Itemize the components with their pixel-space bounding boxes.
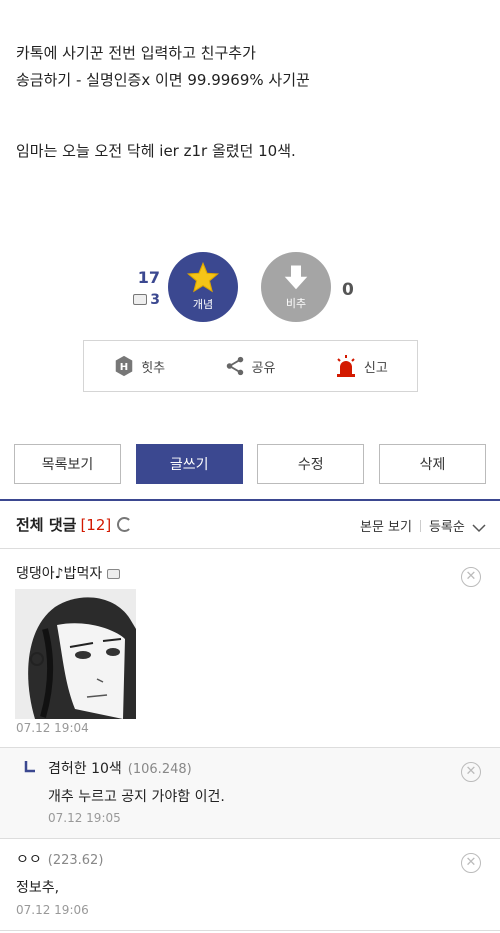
image-icon bbox=[107, 569, 121, 579]
comments-controls: 본문 보기 등록순 bbox=[360, 516, 486, 535]
delete-button[interactable]: 삭제 bbox=[378, 444, 486, 484]
share-icon bbox=[226, 356, 243, 376]
comment-nick[interactable]: ㅇㅇ bbox=[16, 852, 42, 868]
hit-icon: H bbox=[115, 355, 133, 377]
hit-label: 힛추 bbox=[141, 360, 166, 376]
comment-nick[interactable]: 겸허한 10색 bbox=[48, 761, 122, 777]
star-icon bbox=[186, 262, 220, 293]
svg-text:H: H bbox=[120, 362, 128, 373]
sort-label: 등록순 bbox=[428, 520, 465, 535]
delete-comment-icon[interactable]: ✕ bbox=[461, 567, 481, 587]
reply-arrow-icon bbox=[24, 761, 35, 773]
comment-icon bbox=[133, 294, 148, 305]
comment-date: 07.12 19:05 bbox=[48, 811, 121, 825]
comment-date: 07.12 19:04 bbox=[16, 721, 89, 735]
write-button[interactable]: 글쓰기 bbox=[135, 444, 243, 484]
delete-comment-icon[interactable]: ✕ bbox=[461, 853, 481, 873]
report-button[interactable]: 신고 bbox=[334, 354, 388, 378]
action-box: H 힛추 공유 신고 bbox=[83, 340, 418, 392]
comments-title-label: 전체 댓글 bbox=[16, 516, 77, 534]
downvote-button[interactable]: 비추 bbox=[261, 252, 331, 322]
comment-author: ㅇㅇ (223.62) bbox=[16, 849, 103, 869]
view-body-link[interactable]: 본문 보기 bbox=[360, 516, 412, 535]
comment-ip: (106.248) bbox=[127, 762, 192, 777]
post-line: 송금하기 - 실명인증x 이면 99.9969% 사기꾼 bbox=[16, 71, 310, 89]
comment-ip: (223.62) bbox=[47, 853, 104, 868]
hit-recommend-button[interactable]: H 힛추 bbox=[113, 355, 165, 377]
downvote-label: 비추 bbox=[285, 297, 307, 310]
comments-count: [12] bbox=[80, 516, 112, 534]
share-label: 공유 bbox=[251, 360, 276, 376]
upvote-button[interactable]: 개념 bbox=[168, 252, 238, 322]
comment-text: 정보추, bbox=[16, 880, 60, 896]
divider bbox=[0, 930, 500, 931]
delete-comment-icon[interactable]: ✕ bbox=[461, 762, 481, 782]
post-body: 카톡에 사기꾼 전번 입력하고 친구추가 송금하기 - 실명인증x 이면 99.… bbox=[16, 40, 486, 165]
edit-button[interactable]: 수정 bbox=[257, 444, 365, 484]
post-line: 카톡에 사기꾼 전번 입력하고 친구추가 bbox=[16, 44, 256, 62]
upvote-label: 개념 bbox=[192, 298, 214, 311]
comment-date: 07.12 19:06 bbox=[16, 903, 89, 917]
comment-nick[interactable]: 댕댕아♪밥먹자 bbox=[16, 566, 102, 582]
comment-item: ㅇㅇ (223.62) ✕ 정보추, 07.12 19:06 bbox=[0, 839, 500, 931]
comment-author: 겸허한 10색 (106.248) bbox=[48, 758, 192, 778]
report-label: 신고 bbox=[363, 360, 388, 376]
comments-header: 전체 댓글 [12] 본문 보기 등록순 bbox=[0, 502, 500, 548]
vote-area: 17 3 개념 비추 0 bbox=[0, 252, 500, 332]
reply-count-value: 3 bbox=[150, 292, 160, 308]
comment-text: 개추 누르고 공지 가야함 이건. bbox=[48, 789, 225, 805]
separator bbox=[419, 519, 421, 532]
refresh-icon[interactable] bbox=[117, 517, 133, 532]
comments-title: 전체 댓글 [12] bbox=[16, 514, 133, 535]
comments-divider bbox=[0, 499, 500, 501]
comment-image[interactable] bbox=[15, 589, 136, 719]
post-line: 임마는 오늘 오전 닥헤 ier z1r 올렸던 10색. bbox=[16, 142, 296, 160]
share-button[interactable]: 공유 bbox=[224, 355, 276, 377]
sort-dropdown[interactable]: 등록순 bbox=[429, 516, 486, 535]
comment-author: 댕댕아♪밥먹자 bbox=[16, 563, 121, 583]
button-row: 목록보기 글쓰기 수정 삭제 bbox=[14, 444, 486, 484]
reply-item: 겸허한 10색 (106.248) ✕ 개추 누르고 공지 가야함 이건. 07.… bbox=[0, 748, 500, 838]
upvote-count: 17 bbox=[137, 268, 160, 287]
reply-count: 3 bbox=[126, 292, 160, 308]
list-button[interactable]: 목록보기 bbox=[14, 444, 121, 484]
comment-item: 댕댕아♪밥먹자 ✕ 07.12 19:04 bbox=[0, 549, 500, 747]
siren-icon bbox=[336, 355, 355, 377]
downvote-count: 0 bbox=[342, 280, 354, 300]
arrow-down-icon bbox=[284, 265, 308, 290]
chevron-down-icon bbox=[472, 523, 486, 532]
